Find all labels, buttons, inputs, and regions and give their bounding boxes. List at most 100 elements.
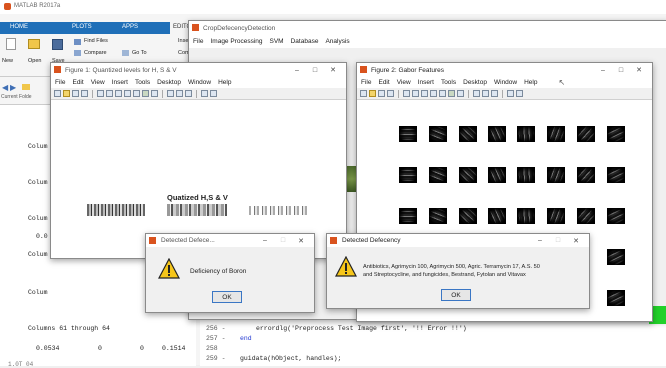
menu-file[interactable]: File [193,38,203,45]
figure2-menubar: File Edit View Insert Tools Desktop Wind… [357,77,652,88]
open-label: Open [28,58,42,64]
maximize-icon[interactable]: □ [306,67,324,74]
toolbar-separator [502,89,503,98]
goto-label[interactable]: Go To [132,50,147,56]
pan-icon[interactable] [124,90,131,97]
maximize-icon[interactable]: □ [274,237,292,244]
menu-analysis[interactable]: Analysis [325,38,349,45]
show-tools-icon[interactable] [516,90,523,97]
link-icon[interactable] [473,90,480,97]
save-figure-icon[interactable] [72,90,79,97]
save-figure-icon[interactable] [378,90,385,97]
new-figure-icon[interactable] [360,90,367,97]
menu-help[interactable]: Help [218,79,231,86]
tab-apps[interactable]: APPS [122,24,138,30]
find-files-label[interactable]: Find Files [84,38,108,44]
menu-file[interactable]: File [55,79,65,86]
menu-insert[interactable]: Insert [112,79,128,86]
zoom-out-icon[interactable] [115,90,122,97]
ok-button[interactable]: OK [441,289,471,301]
legend-icon[interactable] [185,90,192,97]
quantized-s-image [167,204,227,216]
data-cursor-icon[interactable] [448,90,455,97]
menu-svm[interactable]: SVM [270,38,284,45]
figure-icon [360,66,367,73]
brush-icon[interactable] [457,90,464,97]
menu-desktop[interactable]: Desktop [157,79,181,86]
maximize-icon[interactable]: □ [612,67,630,74]
figure-icon [149,237,156,244]
menu-view[interactable]: View [397,79,411,86]
new-icon[interactable] [6,38,16,50]
rotate-icon[interactable] [133,90,140,97]
rotate-icon[interactable] [439,90,446,97]
menu-database[interactable]: Database [291,38,319,45]
menu-desktop[interactable]: Desktop [463,79,487,86]
tab-plots[interactable]: PLOTS [72,24,92,30]
show-tools-icon[interactable] [210,90,217,97]
zoom-out-icon[interactable] [421,90,428,97]
goto-icon[interactable] [122,50,129,56]
figure1-titlebar: Figure 1: Quantized levels for H, S & V … [51,63,346,77]
menu-image-processing[interactable]: Image Processing [210,38,262,45]
print-icon[interactable] [387,90,394,97]
dialog1-window: Detected Defece... – □ ✕ Deficiency of B… [145,233,315,313]
dialog2-message-line2: and Streptocycline, and fungicides, Best… [363,272,526,278]
minimize-icon[interactable]: – [531,237,549,244]
minimize-icon[interactable]: – [256,237,274,244]
colorbar-icon[interactable] [176,90,183,97]
menu-window[interactable]: Window [188,79,211,86]
close-icon[interactable]: ✕ [324,66,342,74]
pointer-icon[interactable] [403,90,410,97]
close-icon[interactable]: ✕ [567,237,585,245]
save-icon[interactable] [52,39,63,50]
figure1-window: Figure 1: Quantized levels for H, S & V … [50,62,347,259]
open-file-icon[interactable] [63,90,70,97]
editor-pane[interactable]: 256 - errordlg('Preprocess Test Image fi… [200,318,666,366]
forward-arrow-icon[interactable]: ▶ [10,83,16,92]
zoom-in-icon[interactable] [412,90,419,97]
close-icon[interactable]: ✕ [630,66,648,74]
gabor-tile [517,126,535,142]
compare-label[interactable]: Compare [84,50,107,56]
zoom-in-icon[interactable] [106,90,113,97]
ok-button[interactable]: OK [212,291,242,303]
colorbar-icon[interactable] [482,90,489,97]
new-figure-icon[interactable] [54,90,61,97]
close-icon[interactable]: ✕ [292,237,310,245]
gabor-tile [607,167,625,183]
menu-window[interactable]: Window [494,79,517,86]
menu-file[interactable]: File [361,79,371,86]
dialog2-title: Detected Defecency [342,237,401,244]
menu-tools[interactable]: Tools [441,79,456,86]
maximize-icon[interactable]: □ [549,237,567,244]
folder-icon[interactable] [22,84,30,90]
minimize-icon[interactable]: – [594,67,612,74]
compare-icon[interactable] [74,50,81,56]
open-file-icon[interactable] [369,90,376,97]
hide-tools-icon[interactable] [507,90,514,97]
open-icon[interactable] [28,39,40,49]
menu-tools[interactable]: Tools [135,79,150,86]
menu-edit[interactable]: Edit [378,79,389,86]
brush-icon[interactable] [151,90,158,97]
menu-edit[interactable]: Edit [72,79,83,86]
legend-icon[interactable] [491,90,498,97]
tab-home[interactable]: HOME [10,24,28,30]
print-icon[interactable] [81,90,88,97]
figure1-caption: Quatized H,S & V [167,193,228,202]
toolbar-separator [398,89,399,98]
back-arrow-icon[interactable]: ◀ [2,83,8,92]
minimize-icon[interactable]: – [288,67,306,74]
pan-icon[interactable] [430,90,437,97]
menu-insert[interactable]: Insert [418,79,434,86]
menu-view[interactable]: View [91,79,105,86]
hide-tools-icon[interactable] [201,90,208,97]
data-cursor-icon[interactable] [142,90,149,97]
pointer-icon[interactable] [97,90,104,97]
link-icon[interactable] [167,90,174,97]
find-files-icon[interactable] [74,39,81,45]
menu-help[interactable]: Help [524,79,537,86]
crop-app-titlebar: CropDefecencyDetection [189,21,666,35]
matlab-tabbar: HOME PLOTS APPS EDITOR [0,22,200,34]
